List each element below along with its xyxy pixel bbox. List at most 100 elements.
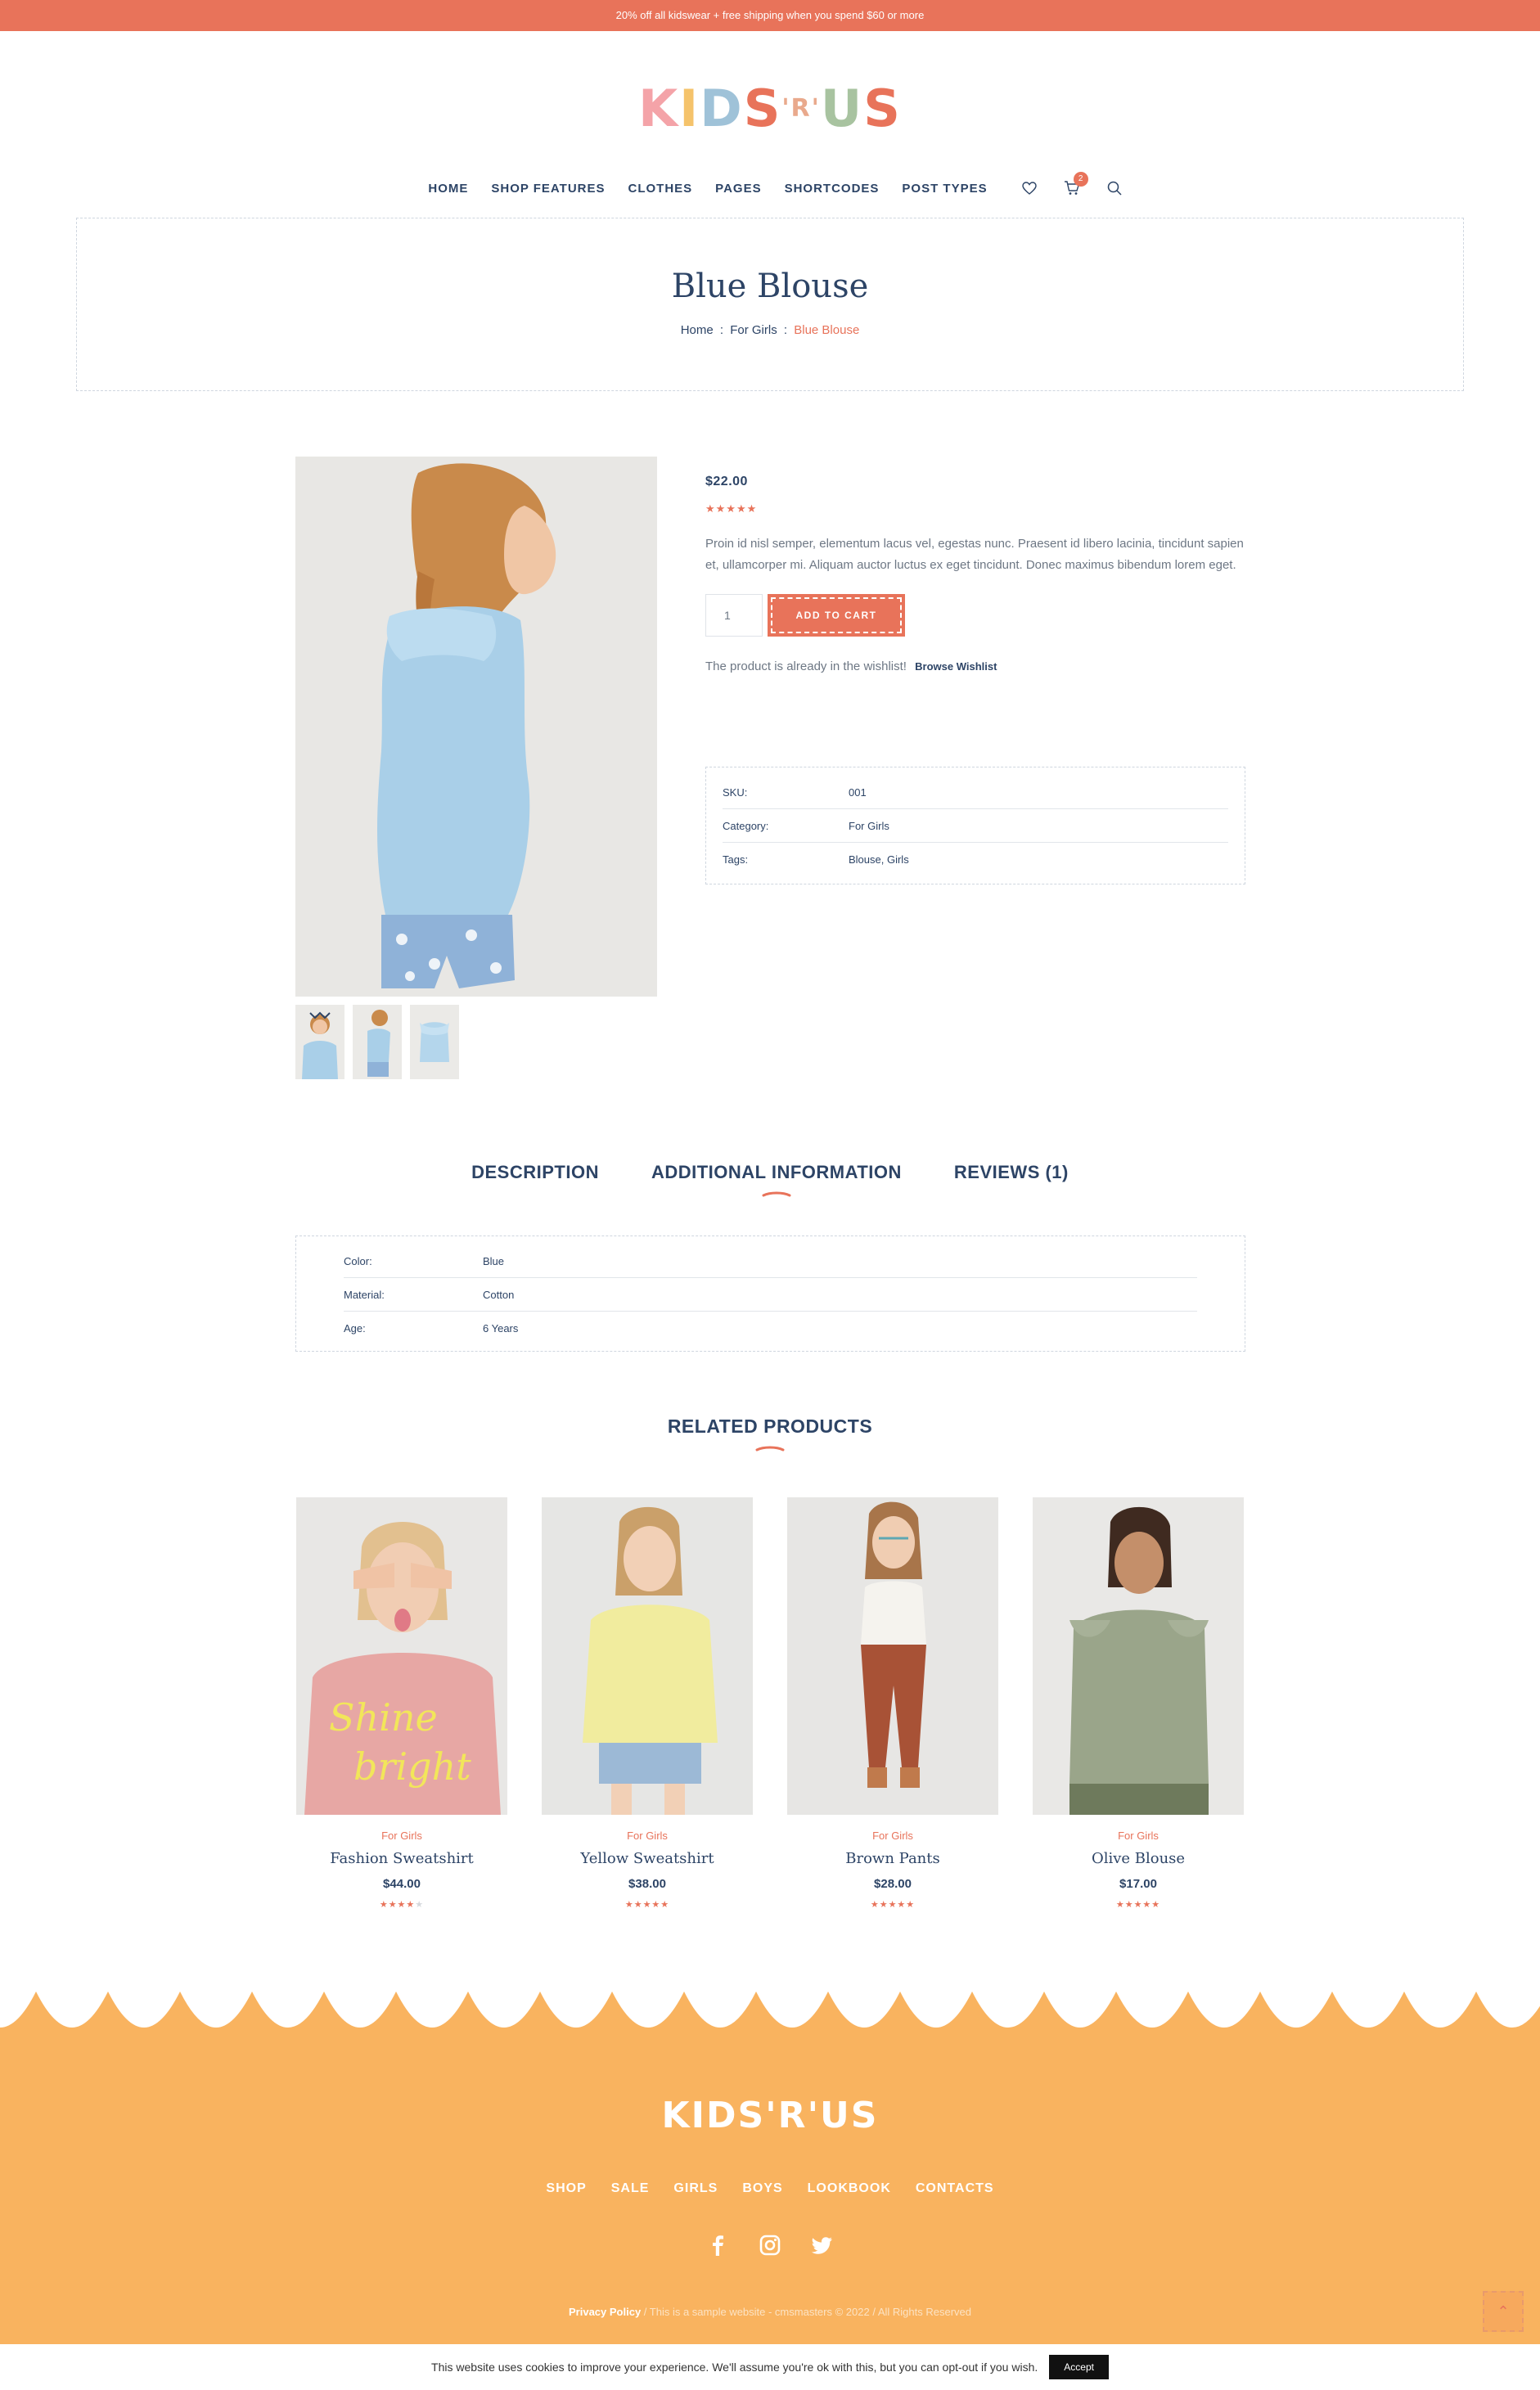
- chevron-up-icon: ⌃: [1497, 2302, 1510, 2320]
- heart-icon[interactable]: [1020, 179, 1038, 197]
- wishlist-text: The product is already in the wishlist!: [705, 659, 907, 673]
- meta-value[interactable]: Blouse, Girls: [849, 853, 909, 866]
- tab-additional-information[interactable]: ADDITIONAL INFORMATION: [651, 1162, 902, 1198]
- product-rating: ★★★★★: [705, 502, 758, 515]
- page-header: Blue Blouse Home : For Girls : Blue Blou…: [76, 218, 1464, 391]
- product-category[interactable]: For Girls: [1033, 1830, 1244, 1842]
- add-to-cart-label: ADD TO CART: [771, 597, 902, 633]
- product-card: For Girls Brown Pants $28.00 ★★★★★: [787, 1497, 998, 1910]
- back-to-top-button[interactable]: ⌃: [1483, 2291, 1524, 2332]
- privacy-policy-link[interactable]: Privacy Policy: [569, 2306, 641, 2318]
- rating-stars-filled: ★★★★★: [870, 1900, 916, 1910]
- breadcrumb: Home : For Girls : Blue Blouse: [77, 323, 1463, 337]
- rating-stars-filled: ★★★★★: [624, 1900, 670, 1910]
- meta-row: Category: For Girls: [723, 809, 1228, 843]
- product-name[interactable]: Olive Blouse: [1033, 1850, 1244, 1867]
- footer-link-shop[interactable]: SHOP: [546, 2181, 586, 2196]
- cookie-accept-button[interactable]: Accept: [1049, 2355, 1109, 2379]
- footer-link-boys[interactable]: BOYS: [742, 2181, 782, 2196]
- product-thumbnail[interactable]: [353, 1005, 402, 1079]
- product-image[interactable]: [542, 1497, 753, 1815]
- site-logo[interactable]: K I D S 'R' U S: [638, 75, 900, 141]
- tab-description[interactable]: DESCRIPTION: [471, 1162, 599, 1198]
- breadcrumb-home[interactable]: Home: [681, 323, 714, 337]
- product-card: For Girls Olive Blouse $17.00 ★★★★★: [1033, 1497, 1244, 1910]
- tab-reviews[interactable]: REVIEWS (1): [954, 1162, 1069, 1198]
- breadcrumb-separator: :: [783, 323, 788, 337]
- main-nav: HOME SHOP FEATURES CLOTHES PAGES SHORTCO…: [0, 172, 1540, 205]
- product-category[interactable]: For Girls: [542, 1830, 753, 1842]
- add-to-cart-button[interactable]: ADD TO CART: [768, 594, 905, 637]
- tab-label: REVIEWS (1): [953, 1162, 1069, 1182]
- page-title: Blue Blouse: [671, 268, 869, 305]
- browse-wishlist-link[interactable]: Browse Wishlist: [915, 660, 997, 673]
- product-card: For Girls Yellow Sweatshirt $38.00 ★★★★★: [542, 1497, 753, 1910]
- attribute-row: Age: 6 Years: [344, 1312, 1197, 1345]
- related-products-title: RELATED PRODUCTS: [667, 1416, 873, 1437]
- logo-letter: S: [863, 78, 902, 138]
- product-tabs: DESCRIPTION ADDITIONAL INFORMATION REVIE…: [0, 1162, 1540, 1198]
- attribute-row: Color: Blue: [344, 1245, 1197, 1278]
- quantity-input[interactable]: 1: [705, 594, 763, 637]
- nav-shop-features[interactable]: SHOP FEATURES: [491, 182, 605, 196]
- nav-pages[interactable]: PAGES: [715, 182, 761, 196]
- tab-label: ADDITIONAL INFORMATION: [651, 1162, 902, 1182]
- breadcrumb-category[interactable]: For Girls: [730, 323, 777, 337]
- additional-info-table: Color: Blue Material: Cotton Age: 6 Years: [295, 1236, 1245, 1352]
- attribute-value: Blue: [483, 1254, 505, 1267]
- nav-clothes[interactable]: CLOTHES: [628, 182, 693, 196]
- product-main-image[interactable]: [295, 457, 657, 997]
- nav-post-types[interactable]: POST TYPES: [902, 182, 987, 196]
- attribute-value: Cotton: [483, 1288, 515, 1301]
- attribute-value: 6 Years: [483, 1322, 519, 1335]
- attribute-label: Age:: [344, 1322, 366, 1335]
- social-links: [0, 2234, 1540, 2257]
- product-category[interactable]: For Girls: [787, 1830, 998, 1842]
- logo-letter: 'R': [781, 93, 821, 123]
- footer-link-contacts[interactable]: CONTACTS: [916, 2181, 994, 2196]
- cart-icon[interactable]: 2: [1063, 172, 1088, 197]
- product-card: Shine bright For Girls Fashion Sweatshirt…: [296, 1497, 507, 1910]
- product-image[interactable]: Shine bright: [296, 1497, 507, 1815]
- facebook-icon[interactable]: [706, 2234, 729, 2257]
- meta-row: SKU: 001: [723, 776, 1228, 809]
- logo-letter: I: [679, 78, 700, 138]
- product-name[interactable]: Fashion Sweatshirt: [296, 1850, 507, 1867]
- product-category[interactable]: For Girls: [296, 1830, 507, 1842]
- twitter-icon[interactable]: [811, 2234, 834, 2257]
- product-name[interactable]: Brown Pants: [787, 1850, 998, 1867]
- footer-link-lookbook[interactable]: LOOKBOOK: [808, 2181, 891, 2196]
- footer-nav: SHOP SALE GIRLS BOYS LOOKBOOK CONTACTS: [0, 2181, 1540, 2196]
- product-thumbnail[interactable]: [295, 1005, 344, 1079]
- product-name[interactable]: Yellow Sweatshirt: [542, 1850, 753, 1867]
- attribute-label: Color:: [344, 1254, 372, 1267]
- product-rating: ★★★★★: [542, 1899, 753, 1910]
- meta-value[interactable]: For Girls: [849, 820, 889, 832]
- meta-label: Tags:: [723, 853, 749, 866]
- promo-bar: 20% off all kidswear + free shipping whe…: [0, 0, 1540, 31]
- nav-shortcodes[interactable]: SHORTCODES: [785, 182, 880, 196]
- cookie-text: This website uses cookies to improve you…: [431, 2361, 1038, 2374]
- instagram-icon[interactable]: [759, 2234, 781, 2257]
- product-thumbnail[interactable]: [410, 1005, 459, 1079]
- logo-letter: U: [820, 78, 864, 138]
- nav-home[interactable]: HOME: [428, 182, 468, 196]
- related-products-grid: Shine bright For Girls Fashion Sweatshirt…: [296, 1497, 1245, 1910]
- product-image[interactable]: [787, 1497, 998, 1815]
- tab-label: DESCRIPTION: [471, 1162, 599, 1182]
- svg-text:bright: bright: [353, 1744, 471, 1789]
- copyright-text: / This is a sample website - cmsmasters …: [641, 2306, 971, 2318]
- footer-link-girls[interactable]: GIRLS: [673, 2181, 718, 2196]
- logo-letter: K: [638, 78, 680, 138]
- footer-logo[interactable]: KIDS'R'US: [0, 2095, 1540, 2136]
- footer-link-sale[interactable]: SALE: [611, 2181, 650, 2196]
- search-icon[interactable]: [1105, 179, 1123, 197]
- wishlist-notice: The product is already in the wishlist! …: [705, 659, 1245, 673]
- site-footer: KIDS'R'US SHOP SALE GIRLS BOYS LOOKBOOK …: [0, 1980, 1540, 2344]
- product-image[interactable]: [1033, 1497, 1244, 1815]
- product-meta-table: SKU: 001 Category: For Girls Tags: Blouse, …: [705, 767, 1245, 884]
- product-rating: ★★★★★: [1033, 1899, 1244, 1910]
- logo-letter: S: [743, 78, 782, 138]
- product-price: $17.00: [1119, 1877, 1157, 1891]
- active-tab-indicator: [762, 1191, 791, 1197]
